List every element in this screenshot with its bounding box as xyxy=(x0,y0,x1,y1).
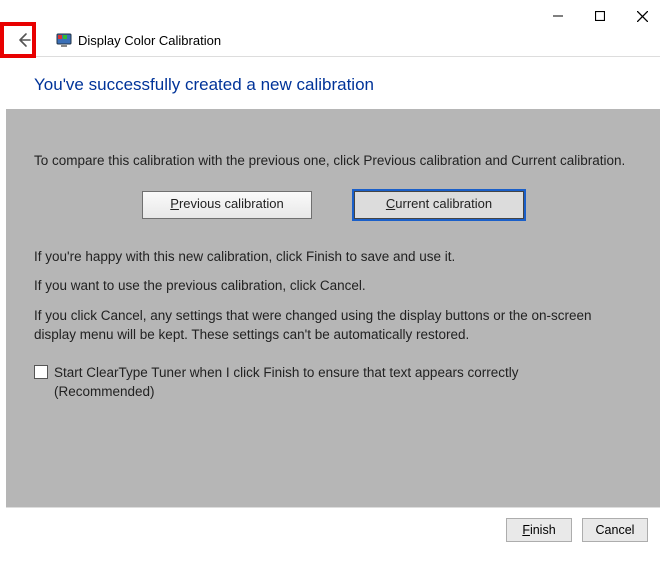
app-title: Display Color Calibration xyxy=(78,33,221,48)
dialog-footer: Finish Cancel xyxy=(6,507,660,552)
cancel-warning: If you click Cancel, any settings that w… xyxy=(34,306,632,345)
current-calibration-button[interactable]: Current calibration xyxy=(354,191,524,219)
title-bar xyxy=(0,0,666,30)
page-title: You've successfully created a new calibr… xyxy=(0,57,666,109)
close-button[interactable] xyxy=(630,4,654,28)
minimize-button[interactable] xyxy=(546,4,570,28)
previous-calibration-label: Previous calibration xyxy=(170,195,283,214)
previous-calibration-button[interactable]: Previous calibration xyxy=(142,191,312,219)
cleartype-checkbox[interactable] xyxy=(34,365,48,379)
compare-instructions: To compare this calibration with the pre… xyxy=(34,151,632,171)
finish-button[interactable]: Finish xyxy=(506,518,572,542)
cancel-button[interactable]: Cancel xyxy=(582,518,648,542)
maximize-button[interactable] xyxy=(588,4,612,28)
finish-label: Finish xyxy=(522,523,555,537)
back-button-highlight xyxy=(0,22,36,58)
finish-instructions: If you're happy with this new calibratio… xyxy=(34,247,632,267)
app-icon xyxy=(56,32,72,48)
current-calibration-label: Current calibration xyxy=(386,195,492,214)
header: Display Color Calibration xyxy=(0,30,666,56)
content-panel: To compare this calibration with the pre… xyxy=(6,109,660,507)
cancel-instructions: If you want to use the previous calibrat… xyxy=(34,276,632,296)
cleartype-checkbox-label[interactable]: Start ClearType Tuner when I click Finis… xyxy=(54,363,554,402)
cancel-label: Cancel xyxy=(596,523,635,537)
